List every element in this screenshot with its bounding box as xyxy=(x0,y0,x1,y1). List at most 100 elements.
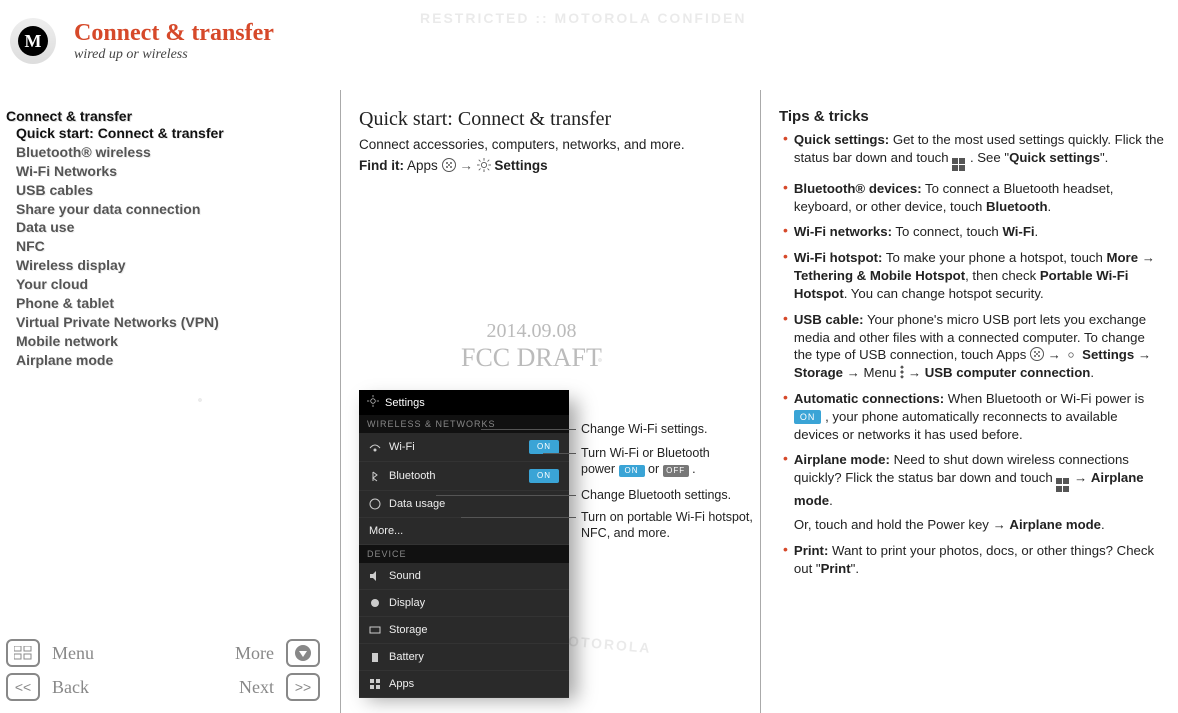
toggle-on[interactable]: ON xyxy=(529,440,559,454)
tip-print: • Print: Want to print your photos, docs… xyxy=(783,542,1164,578)
toggle-off-icon: OFF xyxy=(663,465,689,477)
row-label: Apps xyxy=(389,678,414,690)
page-subtitle: wired up or wireless xyxy=(74,47,274,63)
toc-link[interactable]: Mobile network xyxy=(6,332,330,351)
tip-text: . You can change hotspot security. xyxy=(844,286,1044,301)
toggle-on-icon: ON xyxy=(619,465,645,477)
tip-airplane: • Airplane mode: Need to shut down wirel… xyxy=(783,451,1164,533)
find-it-apps: Apps xyxy=(407,158,438,173)
toc-link[interactable]: Data use xyxy=(6,218,330,237)
menu-icon[interactable] xyxy=(6,639,40,667)
settings-row-sound[interactable]: Sound xyxy=(359,563,569,590)
tip-text: → Menu xyxy=(843,365,900,380)
toc-link[interactable]: Airplane mode xyxy=(6,351,330,370)
tip-text: → xyxy=(1138,250,1155,265)
arrow-icon: → xyxy=(459,158,473,173)
apps-icon xyxy=(369,678,381,690)
tip-label: USB cable: xyxy=(794,312,864,327)
tip-text: ". xyxy=(1100,150,1108,165)
find-it-prefix: Find it: xyxy=(359,158,404,173)
settings-row-display[interactable]: Display xyxy=(359,590,569,617)
callout-bluetooth-settings: Change Bluetooth settings. xyxy=(581,488,771,504)
page-title: Connect & transfer xyxy=(74,20,274,47)
find-it-line: Find it: Apps → Settings xyxy=(359,158,750,173)
tip-text: , then check xyxy=(965,268,1040,283)
toc-link[interactable]: Quick start: Connect & transfer xyxy=(6,124,330,143)
row-label: Sound xyxy=(389,570,421,582)
tip-text: → xyxy=(1074,470,1091,485)
wifi-icon xyxy=(369,441,381,453)
brand-logo: M xyxy=(10,18,56,64)
storage-icon xyxy=(369,624,381,636)
tip-ref: Storage xyxy=(794,365,843,380)
tip-label: Automatic connections: xyxy=(794,391,944,406)
draft-watermark: 2014.09.08 FCC DRAFT xyxy=(461,320,602,373)
menu-label[interactable]: Menu xyxy=(52,643,163,664)
settings-row-wifi[interactable]: Wi-Fi ON xyxy=(359,433,569,462)
toc-link[interactable]: Wireless display xyxy=(6,256,330,275)
back-icon[interactable]: << xyxy=(6,673,40,701)
tip-label: Quick settings: xyxy=(794,132,889,147)
settings-row-more[interactable]: More... xyxy=(359,518,569,545)
tip-text: . xyxy=(1090,365,1094,380)
back-label[interactable]: Back xyxy=(52,677,163,698)
data-icon xyxy=(369,498,381,510)
find-it-settings: Settings xyxy=(494,158,547,173)
tip-ref: Tethering & Mobile Hotspot xyxy=(794,268,965,283)
toc-link[interactable]: USB cables xyxy=(6,181,330,200)
gear-icon xyxy=(367,395,379,410)
toc-link[interactable]: Phone & tablet xyxy=(6,294,330,313)
tip-label: Airplane mode: xyxy=(794,452,890,467)
motorola-m-icon: M xyxy=(18,26,48,56)
settings-row-storage[interactable]: Storage xyxy=(359,617,569,644)
phone-title: Settings xyxy=(385,397,425,409)
tip-text: → xyxy=(1048,347,1065,362)
next-label[interactable]: Next xyxy=(169,677,280,698)
tip-wifi: • Wi-Fi networks: To connect, touch Wi-F… xyxy=(783,223,1164,241)
phone-section-header: WIRELESS & NETWORKS xyxy=(359,415,569,433)
apps-icon xyxy=(442,158,456,172)
callout-text: Change Wi-Fi settings. xyxy=(581,422,707,436)
row-label: Bluetooth xyxy=(389,470,435,482)
more-label[interactable]: More xyxy=(169,643,280,664)
callout-text: Change Bluetooth settings. xyxy=(581,488,731,502)
tip-ref: Bluetooth xyxy=(986,199,1048,214)
callout-text: Turn on portable Wi-Fi hotspot, NFC, and… xyxy=(581,510,753,540)
tip-ref: Print xyxy=(821,561,851,576)
tip-quick-settings: • Quick settings: Get to the most used s… xyxy=(783,131,1164,172)
table-of-contents: Connect & transfer Quick start: Connect … xyxy=(6,108,330,370)
settings-row-bluetooth[interactable]: Bluetooth ON xyxy=(359,462,569,491)
tip-label: Bluetooth® devices: xyxy=(794,181,922,196)
toc-link[interactable]: Virtual Private Networks (VPN) xyxy=(6,313,330,332)
toc-link[interactable]: Wi-Fi Networks xyxy=(6,162,330,181)
on-pill: ON xyxy=(794,410,822,424)
quick-settings-icon xyxy=(952,158,966,172)
tip-label: Wi-Fi networks: xyxy=(794,224,892,239)
bluetooth-icon xyxy=(369,470,381,482)
display-icon xyxy=(369,597,381,609)
gear-icon xyxy=(477,158,491,172)
toc-link[interactable]: Your cloud xyxy=(6,275,330,294)
row-label: Data usage xyxy=(389,498,445,510)
phone-screenshot: Settings WIRELESS & NETWORKS Wi-Fi ON Bl… xyxy=(359,390,569,690)
more-icon[interactable] xyxy=(286,639,320,667)
gear-icon xyxy=(1065,348,1079,362)
callout-more: Turn on portable Wi-Fi hotspot, NFC, and… xyxy=(581,510,771,541)
toggle-on[interactable]: ON xyxy=(529,469,559,483)
tip-text: When Bluetooth or Wi-Fi power is xyxy=(944,391,1144,406)
callout-text: . xyxy=(692,462,695,476)
row-label: Battery xyxy=(389,651,424,663)
settings-row-apps[interactable]: Apps xyxy=(359,671,569,698)
tip-ref: Wi-Fi xyxy=(1002,224,1034,239)
toc-link[interactable]: Bluetooth® wireless xyxy=(6,143,330,162)
draft-label: FCC DRAFT xyxy=(461,343,602,373)
apps-icon xyxy=(1030,347,1044,361)
toc-link[interactable]: Share your data connection xyxy=(6,200,330,219)
tip-text: . See " xyxy=(970,150,1009,165)
settings-row-battery[interactable]: Battery xyxy=(359,644,569,671)
next-icon[interactable]: >> xyxy=(286,673,320,701)
toc-link[interactable]: NFC xyxy=(6,237,330,256)
tip-ref: Settings xyxy=(1082,347,1134,362)
tip-text: . xyxy=(1101,517,1105,532)
section-intro: Connect accessories, computers, networks… xyxy=(359,137,750,152)
